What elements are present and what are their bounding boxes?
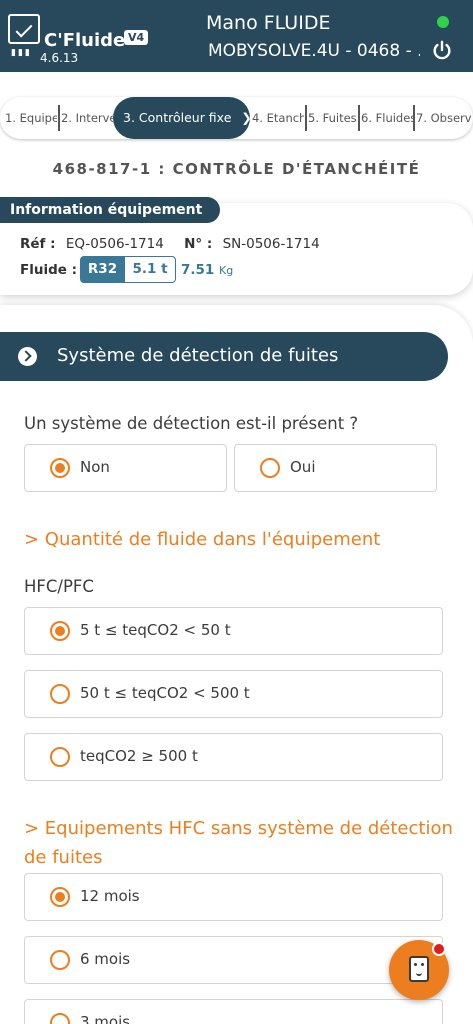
fluid-teq-badge: 5.1 t	[124, 256, 176, 283]
radio-unchecked-icon[interactable]	[50, 684, 70, 704]
option-quantity-50-500[interactable]: 50 t ≤ teqCO2 < 500 t	[24, 670, 443, 718]
option-label: 12 mois	[80, 887, 140, 905]
radio-unchecked-icon[interactable]	[260, 458, 280, 478]
radio-checked-icon[interactable]	[50, 458, 70, 478]
period-section-title-cont: de fuites	[24, 847, 103, 868]
page-title: 468-817-1 : CONTRÔLE D'ÉTANCHÉITÉ	[52, 160, 421, 178]
header-title: Mano FLUIDE	[206, 12, 331, 34]
step-separator	[358, 105, 360, 131]
app-version: 4.6.13	[40, 51, 79, 65]
step-3-active[interactable]: 3. Contrôleur fixe ❯	[113, 97, 250, 139]
radio-unchecked-icon[interactable]	[50, 950, 70, 970]
app-name: C'Fluide	[44, 30, 126, 51]
step-7[interactable]: 7. Observ	[416, 97, 473, 139]
notification-badge-icon	[432, 942, 446, 956]
step-6[interactable]: 6. Fluides	[361, 97, 413, 139]
chevron-right-icon	[18, 347, 37, 366]
option-label: 5 t ≤ teqCO2 < 50 t	[80, 621, 231, 639]
ref-label: Réf :	[20, 236, 56, 252]
step-navigator: 1. Equipe 2. Interve 3. Contrôleur fixe …	[0, 97, 473, 139]
option-label: Non	[80, 458, 110, 476]
fluid-kg-unit: Kg	[219, 264, 234, 277]
fluid-label: Fluide :	[20, 262, 78, 278]
app-version-badge: V4	[124, 30, 149, 45]
hfc-pfc-label: HFC/PFC	[24, 577, 94, 596]
detection-question: Un système de détection est-il présent ?	[24, 414, 359, 433]
fluid-kg-value: 7.51	[181, 262, 215, 278]
option-period-3-months[interactable]: 3 mois	[24, 999, 443, 1024]
step-5[interactable]: 5. Fuites	[308, 97, 358, 139]
option-label: Oui	[290, 458, 316, 476]
option-quantity-500-plus[interactable]: teqCO2 ≥ 500 t	[24, 733, 443, 781]
quantity-section-title: > Quantité de fluide dans l'équipement	[24, 529, 381, 550]
option-period-12-months[interactable]: 12 mois	[24, 873, 443, 921]
option-oui[interactable]: Oui	[234, 444, 437, 492]
option-non[interactable]: Non	[24, 444, 227, 492]
section-header-leak-detection[interactable]: Système de détection de fuites	[0, 332, 448, 381]
option-label: 50 t ≤ teqCO2 < 500 t	[80, 684, 250, 702]
fluid-quantity: 7.51 Kg	[181, 262, 233, 278]
option-label: 6 mois	[80, 950, 131, 968]
step-separator	[413, 105, 415, 131]
radio-unchecked-icon[interactable]	[50, 747, 70, 767]
cfluide-logo-icon	[8, 14, 40, 44]
radio-checked-icon[interactable]	[50, 621, 70, 641]
serial-label: N° :	[184, 236, 213, 252]
section-title: Système de détection de fuites	[57, 345, 339, 366]
radio-unchecked-icon[interactable]	[50, 1013, 70, 1024]
app-header: ▮▮▮ C'Fluide V4 4.6.13 Mano FLUIDE MOBYS…	[0, 0, 473, 72]
header-subtitle: MOBYSOLVE.4U - 0468 - ...	[208, 41, 420, 61]
serial-value: SN-0506-1714	[222, 236, 320, 252]
option-label: 3 mois	[80, 1013, 131, 1024]
equipment-ref-line: Réf : EQ-0506-1714 N° : SN-0506-1714	[20, 236, 320, 252]
step-4[interactable]: 4. Etanch	[252, 97, 304, 139]
step-3-label: 3. Contrôleur fixe	[123, 110, 232, 125]
logo-feet: ▮▮▮	[11, 48, 32, 58]
fluid-name-badge: R32	[80, 256, 125, 283]
ref-value: EQ-0506-1714	[65, 236, 164, 252]
chevron-right-icon: ❯	[241, 110, 250, 125]
power-icon[interactable]	[431, 40, 453, 62]
step-1[interactable]: 1. Equipe	[5, 97, 57, 139]
step-separator	[58, 105, 60, 131]
option-label: teqCO2 ≥ 500 t	[80, 747, 198, 765]
option-period-6-months[interactable]: 6 mois	[24, 936, 443, 984]
connection-status-icon	[437, 16, 449, 28]
equipment-info-heading: Information équipement	[0, 197, 220, 223]
assistant-mascot-icon	[409, 956, 429, 982]
period-section-title: > Equipements HFC sans système de détect…	[24, 818, 453, 839]
step-separator	[305, 105, 307, 131]
step-2[interactable]: 2. Interve	[61, 97, 113, 139]
option-quantity-5-50[interactable]: 5 t ≤ teqCO2 < 50 t	[24, 607, 443, 655]
radio-checked-icon[interactable]	[50, 887, 70, 907]
